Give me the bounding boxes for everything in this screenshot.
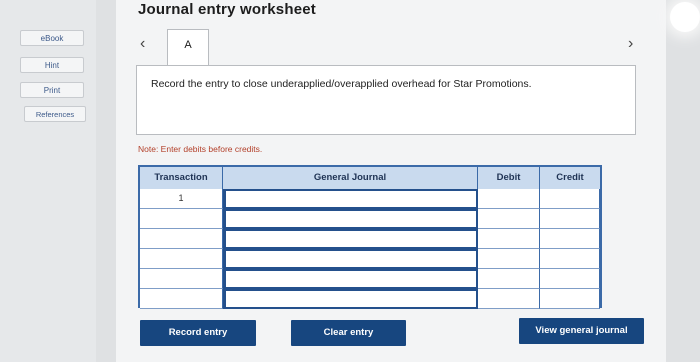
print-button[interactable]: Print — [20, 82, 84, 98]
chevron-left-icon[interactable]: ‹ — [140, 36, 145, 52]
table-row — [140, 229, 600, 249]
credit-field[interactable] — [540, 289, 600, 309]
general-journal-field[interactable] — [223, 189, 478, 209]
transaction-cell — [140, 249, 223, 269]
debit-field[interactable] — [478, 289, 540, 309]
view-general-journal-button[interactable]: View general journal — [519, 318, 644, 344]
debit-field[interactable] — [478, 189, 540, 209]
transaction-cell — [140, 289, 223, 309]
record-entry-button[interactable]: Record entry — [140, 320, 256, 346]
credit-field[interactable] — [540, 189, 600, 209]
journal-table: Transaction General Journal Debit Credit… — [138, 165, 602, 309]
prompt-text: Record the entry to close underapplied/o… — [151, 78, 532, 90]
header-credit: Credit — [540, 167, 600, 189]
general-journal-field[interactable] — [223, 229, 478, 249]
general-journal-field[interactable] — [223, 269, 478, 289]
table-row: 1 — [140, 189, 600, 209]
page-title: Journal entry worksheet — [138, 1, 316, 18]
tab-a[interactable]: A — [167, 29, 209, 66]
debit-field[interactable] — [478, 249, 540, 269]
note-text: Note: Enter debits before credits. — [138, 144, 263, 154]
prompt-box: Record the entry to close underapplied/o… — [136, 65, 636, 135]
debit-field[interactable] — [478, 229, 540, 249]
debit-field[interactable] — [478, 209, 540, 229]
clear-entry-button[interactable]: Clear entry — [291, 320, 406, 346]
transaction-cell — [140, 269, 223, 289]
credit-field[interactable] — [540, 249, 600, 269]
ebook-button[interactable]: eBook — [20, 30, 84, 46]
general-journal-field[interactable] — [223, 289, 478, 309]
references-button[interactable]: References — [24, 106, 86, 122]
debit-field[interactable] — [478, 269, 540, 289]
general-journal-field[interactable] — [223, 209, 478, 229]
table-row — [140, 269, 600, 289]
left-rail — [0, 0, 96, 362]
general-journal-field[interactable] — [223, 249, 478, 269]
hint-button[interactable]: Hint — [20, 57, 84, 73]
glare-spot — [670, 2, 700, 32]
table-row — [140, 289, 600, 309]
credit-field[interactable] — [540, 209, 600, 229]
credit-field[interactable] — [540, 269, 600, 289]
transaction-cell — [140, 209, 223, 229]
transaction-cell: 1 — [140, 189, 223, 209]
credit-field[interactable] — [540, 229, 600, 249]
table-row — [140, 249, 600, 269]
transaction-cell — [140, 229, 223, 249]
header-transaction: Transaction — [140, 167, 223, 189]
chevron-right-icon[interactable]: › — [628, 36, 633, 52]
table-row — [140, 209, 600, 229]
header-general-journal: General Journal — [223, 167, 478, 189]
header-debit: Debit — [478, 167, 540, 189]
